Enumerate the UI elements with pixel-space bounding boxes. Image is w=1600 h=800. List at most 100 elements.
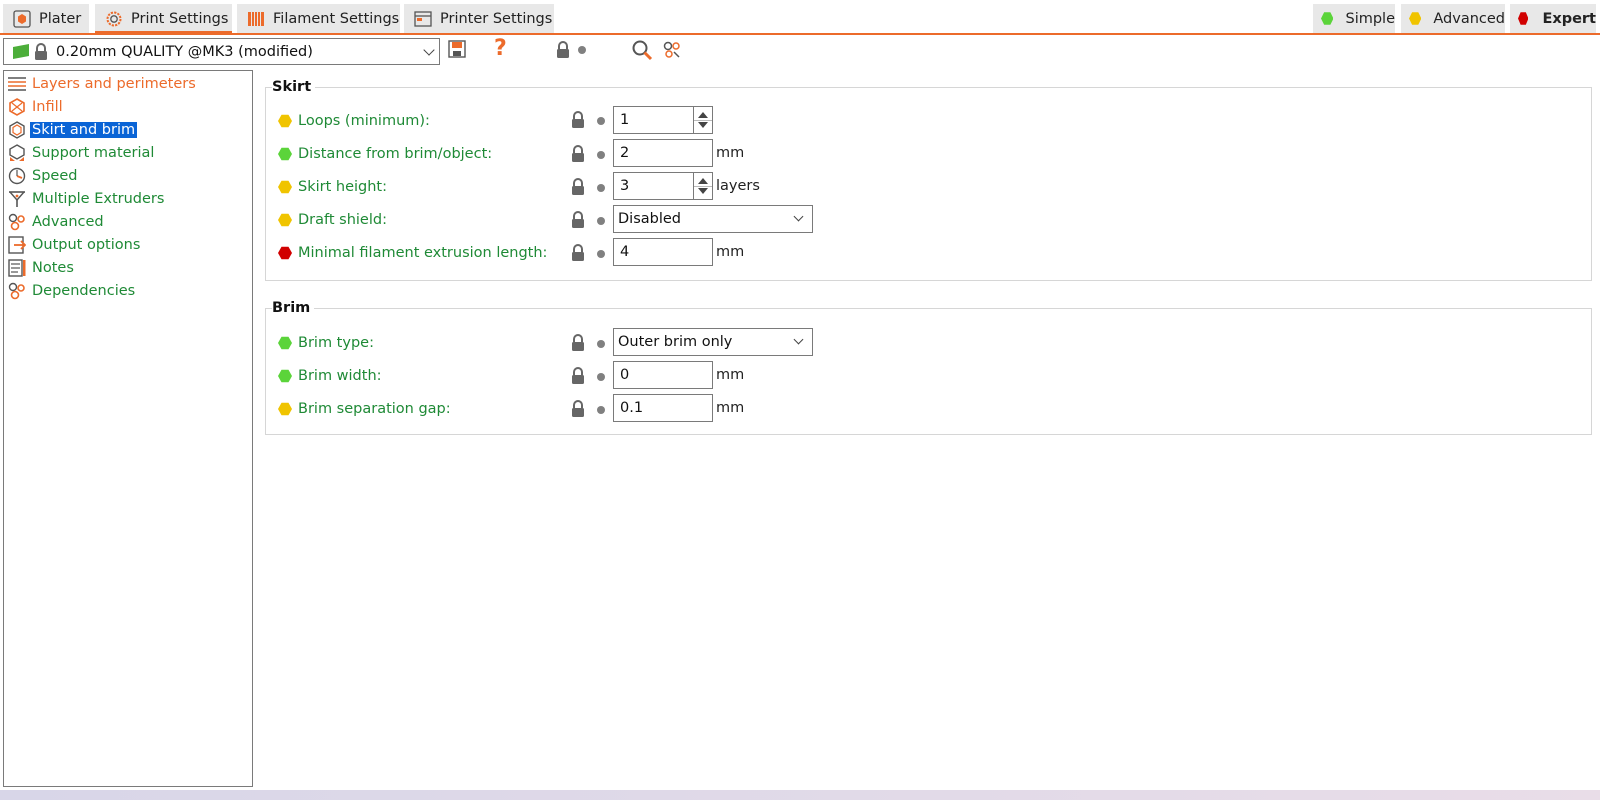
tree-item-notes[interactable]: Notes xyxy=(8,257,74,279)
simple-mode-icon xyxy=(278,147,292,161)
chevron-down-icon xyxy=(423,44,435,56)
lock-icon[interactable] xyxy=(570,211,586,229)
lock-icon[interactable] xyxy=(570,145,586,163)
advanced-mode-icon xyxy=(278,213,292,227)
tab-printer-settings[interactable]: Printer Settings xyxy=(404,4,554,33)
loops-minimum-input[interactable]: 1 xyxy=(613,106,694,134)
lock-icon[interactable] xyxy=(570,367,586,385)
unit-label: mm xyxy=(716,367,745,383)
lock-icon xyxy=(33,43,49,65)
simple-mode-icon xyxy=(1321,12,1334,25)
reset-dot-icon[interactable] xyxy=(597,117,605,125)
spin-down-icon[interactable] xyxy=(698,188,708,194)
dot-legend-icon[interactable] xyxy=(578,46,586,54)
spin-down-icon[interactable] xyxy=(698,122,708,128)
tab-filament-settings[interactable]: Filament Settings xyxy=(237,4,400,33)
filament-spool-icon xyxy=(247,10,265,28)
advanced-mode-icon xyxy=(278,402,292,416)
lock-icon[interactable] xyxy=(570,244,586,262)
brim-group-title: Brim xyxy=(272,300,315,316)
option-label: Loops (minimum): xyxy=(298,113,430,129)
plater-icon xyxy=(13,9,31,28)
tree-item-label: Notes xyxy=(32,260,74,276)
lock-icon[interactable] xyxy=(570,334,586,352)
tab-print-settings[interactable]: Print Settings xyxy=(95,4,232,33)
layers-icon xyxy=(8,75,26,93)
reset-dot-icon[interactable] xyxy=(597,340,605,348)
reset-dot-icon[interactable] xyxy=(597,250,605,258)
skirt-height-spinner[interactable] xyxy=(693,172,713,200)
tree-item-label: Infill xyxy=(32,99,63,115)
brim-group xyxy=(265,308,1592,435)
spin-up-icon[interactable] xyxy=(698,178,708,184)
compare-presets-icon[interactable] xyxy=(662,40,682,64)
tree-item-speed[interactable]: Speed xyxy=(8,165,77,187)
skirt-brim-icon xyxy=(8,121,26,139)
save-preset-icon[interactable] xyxy=(448,40,466,62)
unit-label: mm xyxy=(716,400,745,416)
option-label: Skirt height: xyxy=(298,179,387,195)
preset-name: 0.20mm QUALITY @MK3 (modified) xyxy=(56,43,313,60)
tree-item-advanced[interactable]: Advanced xyxy=(8,211,104,233)
brim-type-select[interactable]: Outer brim only xyxy=(613,328,813,356)
print-settings-icon xyxy=(105,10,123,28)
tree-item-skirt-and-brim[interactable]: Skirt and brim xyxy=(8,119,138,141)
reset-dot-icon[interactable] xyxy=(597,151,605,159)
mode-expert-button[interactable]: Expert xyxy=(1510,4,1596,33)
option-min-filament-extrusion: Minimal filament extrusion length: xyxy=(278,242,547,264)
advanced-mode-icon xyxy=(1409,12,1422,25)
tree-item-layers-and-perimeters[interactable]: Layers and perimeters xyxy=(8,73,196,95)
brim-separation-gap-input[interactable]: 0.1 xyxy=(613,394,713,422)
tree-item-output-options[interactable]: Output options xyxy=(8,234,140,256)
unit-label: layers xyxy=(716,178,760,194)
tree-item-support-material[interactable]: Support material xyxy=(8,142,154,164)
brim-width-input[interactable]: 0 xyxy=(613,361,713,389)
lock-icon[interactable] xyxy=(570,111,586,129)
min-filament-extrusion-input[interactable]: 4 xyxy=(613,238,713,266)
tree-item-label: Speed xyxy=(32,168,78,184)
reset-dot-icon[interactable] xyxy=(597,406,605,414)
unit-label: mm xyxy=(716,244,745,260)
window-bottom-edge xyxy=(0,790,1600,800)
option-label: Brim width: xyxy=(298,368,382,384)
preset-combobox[interactable]: 0.20mm QUALITY @MK3 (modified) xyxy=(3,38,440,65)
chevron-down-icon xyxy=(793,211,804,222)
help-icon[interactable]: ? xyxy=(494,36,507,61)
expert-mode-icon xyxy=(278,246,292,260)
tab-plater[interactable]: Plater xyxy=(3,4,89,33)
mode-advanced-button[interactable]: Advanced xyxy=(1401,4,1505,33)
option-skirt-height: Skirt height: xyxy=(278,176,387,198)
tree-item-label: Multiple Extruders xyxy=(32,191,165,207)
tab-label: Filament Settings xyxy=(273,10,400,27)
dependencies-icon xyxy=(8,282,26,300)
skirt-height-input[interactable]: 3 xyxy=(613,172,694,200)
flag-icon xyxy=(12,44,30,64)
option-label: Distance from brim/object: xyxy=(298,146,493,162)
top-tab-bar: Plater Print Settings Filament Settings … xyxy=(0,0,1600,35)
tree-item-label: Skirt and brim xyxy=(30,122,138,138)
lock-icon[interactable] xyxy=(570,178,586,196)
reset-dot-icon[interactable] xyxy=(597,217,605,225)
reset-dot-icon[interactable] xyxy=(597,184,605,192)
mode-simple-button[interactable]: Simple xyxy=(1313,4,1395,33)
option-distance-from-brim: Distance from brim/object: xyxy=(278,143,492,165)
lock-icon[interactable] xyxy=(570,400,586,418)
distance-from-brim-input[interactable]: 2 xyxy=(613,139,713,167)
reset-dot-icon[interactable] xyxy=(597,373,605,381)
option-label: Draft shield: xyxy=(298,212,387,228)
lock-legend-icon[interactable] xyxy=(555,41,571,63)
search-icon[interactable] xyxy=(631,39,653,65)
draft-shield-select[interactable]: Disabled xyxy=(613,205,813,233)
spin-up-icon[interactable] xyxy=(698,112,708,118)
loops-minimum-spinner[interactable] xyxy=(693,106,713,134)
tree-item-dependencies[interactable]: Dependencies xyxy=(8,280,135,302)
field-value: 3 xyxy=(620,178,630,194)
field-value: 0.1 xyxy=(620,400,644,416)
advanced-mode-icon xyxy=(278,180,292,194)
tree-item-infill[interactable]: Infill xyxy=(8,96,63,118)
printer-settings-icon xyxy=(414,10,432,28)
mode-label: Advanced xyxy=(1433,10,1505,27)
tree-item-label: Dependencies xyxy=(32,283,136,299)
option-loops-minimum: Loops (minimum): xyxy=(278,110,430,132)
tree-item-multiple-extruders[interactable]: Multiple Extruders xyxy=(8,188,164,210)
